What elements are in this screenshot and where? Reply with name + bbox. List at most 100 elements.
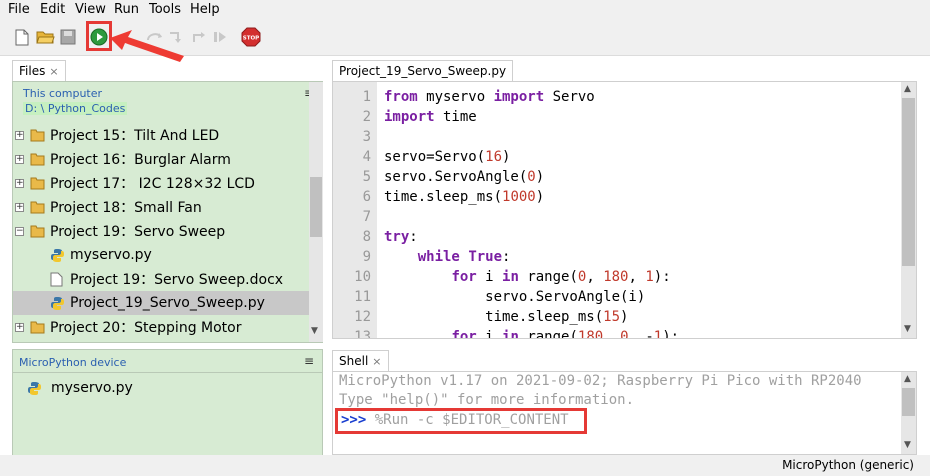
scroll-down-icon[interactable]: ▼ — [311, 326, 318, 336]
tree-row-label: Project 19：Servo Sweep — [50, 224, 226, 240]
folder-icon — [30, 200, 45, 214]
tree-row[interactable]: Project 19：Servo Sweep.docx — [13, 267, 309, 291]
tree-row-label: Project 19：Servo Sweep.docx — [70, 272, 284, 288]
document-icon — [50, 272, 65, 287]
expand-icon[interactable]: + — [15, 154, 24, 164]
scroll-up-icon[interactable]: ▲ — [904, 374, 911, 384]
tree-row[interactable]: + Project 18：Small Fan — [13, 195, 309, 219]
line-number: 10 — [354, 269, 371, 285]
menu-edit[interactable]: Edit — [40, 2, 65, 17]
files-tabbar: Files × — [12, 57, 322, 82]
code-token: while — [417, 249, 460, 265]
code-token: 0 — [620, 329, 629, 339]
code-token: 1 — [645, 269, 654, 285]
tab-editor-label: Project_19_Servo_Sweep.py — [339, 64, 507, 78]
tab-shell[interactable]: Shell × — [332, 350, 389, 372]
menu-file[interactable]: File — [8, 2, 30, 17]
new-file-icon[interactable] — [12, 27, 32, 47]
line-number: 1 — [362, 89, 371, 105]
tree-row[interactable]: + Project 17： I2C 128×32 LCD — [13, 171, 309, 195]
editor-scrollbar[interactable]: ▲ ▼ — [901, 82, 916, 338]
editor-scrollbar-thumb[interactable] — [902, 98, 915, 266]
shell-prompt[interactable]: >>> %Run -c $EDITOR_CONTENT — [341, 412, 569, 428]
tab-files[interactable]: Files × — [12, 60, 66, 82]
menu-tools[interactable]: Tools — [149, 2, 181, 17]
step-out-icon[interactable] — [189, 27, 209, 47]
resume-icon[interactable] — [210, 27, 230, 47]
code-token: 0 — [527, 169, 536, 185]
scroll-down-icon[interactable]: ▼ — [904, 440, 911, 450]
shell-scrollbar[interactable]: ▲ ▼ — [901, 372, 916, 454]
code-token: ) — [620, 309, 629, 325]
run-icon[interactable] — [89, 27, 109, 47]
code-token: True — [468, 249, 503, 265]
code-token: import — [384, 109, 435, 125]
shell-panel[interactable]: MicroPython v1.17 on 2021-09-02; Raspber… — [332, 371, 917, 455]
code-token: ): — [662, 329, 680, 339]
toolbar: STOP — [0, 20, 930, 62]
code-token: for — [451, 329, 477, 339]
code-token: : — [502, 249, 511, 265]
tree-row[interactable]: + Project 16：Burglar Alarm — [13, 147, 309, 171]
code-token: 1000 — [502, 189, 536, 205]
code-token: , — [628, 269, 646, 285]
save-icon[interactable] — [58, 27, 78, 47]
menu-view[interactable]: View — [75, 2, 106, 17]
files-scrollbar[interactable]: ▼ — [309, 82, 323, 342]
shell-line: MicroPython v1.17 on 2021-09-02; Raspber… — [339, 373, 862, 389]
code-token: , — [603, 329, 621, 339]
scroll-up-icon[interactable]: ▲ — [904, 84, 911, 94]
tab-editor[interactable]: Project_19_Servo_Sweep.py — [332, 60, 514, 82]
files-panel: This computer D: \ Python_Codes ≡ +Proje… — [12, 81, 323, 343]
python-file-icon — [50, 296, 65, 310]
close-icon[interactable]: × — [372, 355, 381, 368]
tree-row-label: Project 16：Burglar Alarm — [50, 152, 231, 168]
folder-icon — [30, 320, 45, 334]
close-icon[interactable]: × — [49, 65, 58, 78]
code-line: import time — [384, 109, 477, 125]
tree-row[interactable]: myservo.py — [13, 243, 309, 267]
open-folder-icon[interactable] — [35, 27, 55, 47]
folder-icon — [30, 224, 45, 238]
computer-path[interactable]: D: \ Python_Codes — [23, 102, 128, 115]
tree-row[interactable]: + Project 20：Stepping Motor — [13, 315, 309, 339]
scroll-down-icon[interactable]: ▼ — [904, 324, 911, 334]
line-number: 11 — [354, 289, 371, 305]
files-scrollbar-thumb[interactable] — [310, 177, 322, 237]
expand-icon[interactable]: + — [15, 130, 24, 140]
code-token: from — [384, 89, 418, 105]
menu-run[interactable]: Run — [114, 2, 139, 17]
code-line: time.sleep_ms(1000) — [384, 189, 544, 205]
line-number: 7 — [362, 209, 371, 225]
expand-icon[interactable]: + — [15, 202, 24, 212]
code-token: 15 — [603, 309, 621, 325]
step-over-icon[interactable] — [145, 27, 165, 47]
editor-tabbar: Project_19_Servo_Sweep.py — [332, 57, 917, 82]
line-number: 4 — [362, 149, 371, 165]
code-token: i — [476, 269, 503, 285]
code-token: servo.ServoAngle(i) — [384, 289, 646, 305]
shell-scrollbar-thumb[interactable] — [902, 388, 915, 416]
expand-icon[interactable]: + — [15, 178, 24, 188]
code-editor[interactable]: 1 2 3 4 5 6 7 8 9 10 11 12 13 from myservo import Se… — [332, 81, 917, 339]
code-token: servo=Servo( — [384, 149, 486, 165]
menu-help[interactable]: Help — [190, 2, 220, 17]
device-menu-icon[interactable]: ≡ — [304, 354, 314, 368]
step-into-icon[interactable] — [166, 27, 186, 47]
code-line: servo=Servo(16) — [384, 149, 510, 165]
code-token: try — [384, 229, 410, 245]
code-token: in — [502, 269, 519, 285]
tab-shell-label: Shell — [339, 354, 369, 368]
stop-icon[interactable]: STOP — [240, 27, 262, 47]
tree-row-label: Project 15：Tilt And LED — [50, 128, 220, 144]
tree-row[interactable]: − Project 19：Servo Sweep — [13, 219, 309, 243]
tree-row[interactable]: + Project 15：Tilt And LED — [13, 123, 309, 147]
code-token: i — [476, 329, 503, 339]
tree-row[interactable]: Project_19_Servo_Sweep.py — [13, 291, 309, 315]
interpreter-status[interactable]: MicroPython (generic) — [782, 458, 914, 472]
line-number: 9 — [362, 249, 371, 265]
collapse-icon[interactable]: − — [15, 226, 24, 236]
list-item[interactable]: myservo.py — [27, 376, 287, 400]
expand-icon[interactable]: + — [15, 322, 24, 332]
